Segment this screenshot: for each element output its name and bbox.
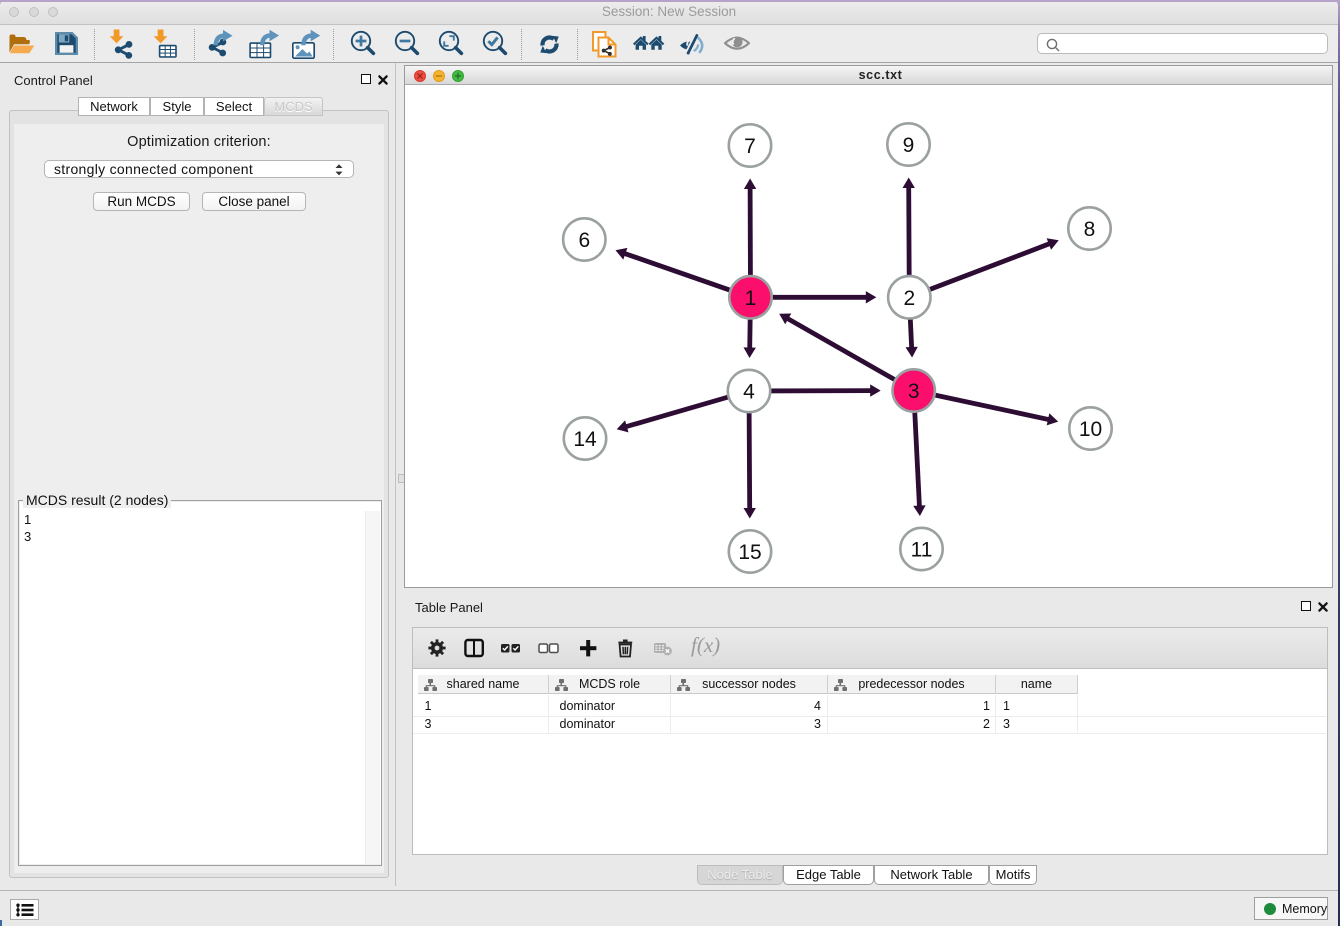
svg-text:8: 8 — [1084, 218, 1096, 241]
svg-text:9: 9 — [903, 134, 915, 157]
svg-text:7: 7 — [744, 135, 756, 158]
svg-text:14: 14 — [573, 428, 597, 451]
svg-text:4: 4 — [743, 381, 755, 404]
svg-text:2: 2 — [903, 287, 915, 310]
svg-text:10: 10 — [1079, 418, 1102, 441]
svg-text:1: 1 — [745, 287, 757, 310]
svg-text:11: 11 — [911, 539, 933, 562]
svg-text:6: 6 — [578, 229, 590, 252]
svg-text:15: 15 — [738, 541, 761, 564]
svg-text:3: 3 — [908, 380, 920, 403]
